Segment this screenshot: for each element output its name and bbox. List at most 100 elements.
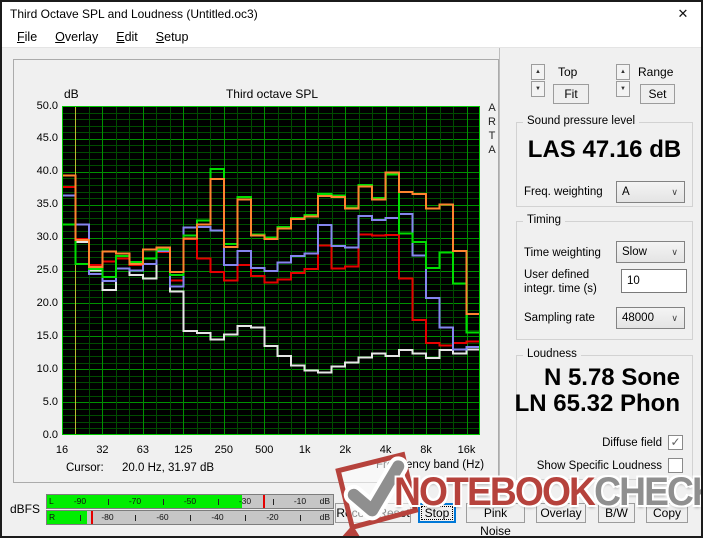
sampling-rate-combo[interactable]: 48000 ∨ <box>616 307 685 329</box>
menu-item-edit[interactable]: Edit <box>107 27 147 47</box>
level-meter-l: L -90 -70 -50 -30 -10 dB <box>46 494 334 509</box>
arta-letter: T <box>488 130 496 142</box>
freq-weighting-combo[interactable]: A ∨ <box>616 181 685 203</box>
meter-channel-label: R <box>49 512 56 522</box>
chevron-down-icon: ∨ <box>671 247 678 257</box>
title-bar: Third Octave SPL and Loudness (Untitled.… <box>2 2 701 26</box>
top-spinner[interactable]: ▲ ▼ <box>531 64 545 97</box>
y-axis-tick-label: 5.0 <box>42 395 58 408</box>
spl-value: LAS 47.16 dB <box>527 136 682 163</box>
set-button[interactable]: Set <box>640 84 675 104</box>
x-axis-tick-label: 32 <box>96 444 109 456</box>
close-icon[interactable]: ✕ <box>673 5 693 23</box>
meter-scale-tick <box>190 515 191 521</box>
y-axis-tick-label: 0.0 <box>42 428 58 441</box>
range-spinner[interactable]: ▲ ▼ <box>616 64 630 97</box>
freq-weighting-label: Freq. weighting <box>524 186 603 198</box>
arta-spl-window: Third Octave SPL and Loudness (Untitled.… <box>0 0 703 538</box>
overlay-button[interactable]: Overlay <box>536 503 586 523</box>
meter-scale-tick <box>135 515 136 521</box>
show-specific-loudness-checkbox[interactable] <box>668 458 683 473</box>
window-title: Third Octave SPL and Loudness (Untitled.… <box>10 7 258 21</box>
meter-scale-label: -80 <box>101 512 114 522</box>
y-axis-tick-label: 45.0 <box>36 132 58 145</box>
meter-channel-label: L <box>49 496 54 506</box>
y-axis-tick-label: 15.0 <box>36 329 58 342</box>
spin-up-icon[interactable]: ▲ <box>616 64 630 80</box>
spin-down-icon[interactable]: ▼ <box>616 81 630 97</box>
time-weighting-combo[interactable]: Slow ∨ <box>616 241 685 263</box>
spl-plot[interactable] <box>62 106 480 435</box>
meter-scale-label: -40 <box>211 512 224 522</box>
fit-button[interactable]: Fit <box>553 84 589 104</box>
y-axis-tick-label: 30.0 <box>36 231 58 244</box>
cursor-readout-value: 20.0 Hz, 31.97 dB <box>122 462 215 474</box>
integr-time-label-line1: User defined <box>524 269 590 281</box>
y-axis-tick-label: 35.0 <box>36 198 58 211</box>
diffuse-field-label: Diffuse field <box>602 437 662 449</box>
freq-weighting-value: A <box>622 186 630 198</box>
series-white <box>62 223 480 374</box>
meter-scale-label: -30 <box>238 496 252 506</box>
stop-button[interactable]: Stop <box>418 503 456 523</box>
meter-scale-label: -90 <box>73 496 87 506</box>
spin-up-icon[interactable]: ▲ <box>531 64 545 80</box>
x-axis-tick-label: 125 <box>174 444 193 456</box>
chevron-down-icon: ∨ <box>671 313 678 323</box>
meter-scale-label: -50 <box>183 496 197 506</box>
level-meter-block: L -90 -70 -50 -30 -10 dB R -80 -60 -40 -20 dB <box>46 494 334 526</box>
meter-scale-tick <box>300 515 301 521</box>
chevron-down-icon: ∨ <box>671 187 678 197</box>
record-reset-button[interactable]: Record/Reset <box>335 503 411 523</box>
sampling-rate-label: Sampling rate <box>524 312 595 324</box>
copy-button[interactable]: Copy <box>646 503 688 523</box>
diffuse-field-checkbox[interactable]: ✓ <box>668 435 683 450</box>
arta-letter: R <box>488 116 496 128</box>
meter-scale-label: -60 <box>156 512 169 522</box>
meter-scale-tick <box>107 499 109 505</box>
x-axis-tick-label: 63 <box>136 444 150 456</box>
time-weighting-label: Time weighting <box>524 247 601 259</box>
panel-divider <box>499 48 500 492</box>
meter-peak-marker <box>91 511 93 524</box>
y-axis-tick-label: 20.0 <box>36 296 58 309</box>
x-axis-title: Frequency band (Hz) <box>376 459 485 471</box>
pink-noise-button[interactable]: Pink Noise <box>466 503 525 536</box>
series-red <box>62 185 480 347</box>
spin-down-icon[interactable]: ▼ <box>531 81 545 97</box>
integr-time-input[interactable]: 10 <box>621 269 687 293</box>
arta-letter: A <box>488 102 496 114</box>
meter-scale-tick <box>80 515 81 521</box>
y-axis-tick-label: 25.0 <box>36 264 58 276</box>
menu-item-file[interactable]: File <box>8 27 46 47</box>
meter-scale-label: -70 <box>128 496 142 506</box>
arta-brand-label: ARTA <box>485 101 499 157</box>
x-axis-tick-label: 16k <box>457 444 476 456</box>
b-w-button[interactable]: B/W <box>598 503 635 523</box>
menu-item-setup[interactable]: Setup <box>147 27 198 47</box>
meter-unit-label: dB <box>319 496 330 506</box>
x-axis-tick-label: 250 <box>214 444 233 456</box>
loudness-group-title: Loudness <box>523 348 581 360</box>
meter-unit-label: dB <box>319 512 330 522</box>
menu-item-overlay[interactable]: Overlay <box>46 27 107 47</box>
meter-peak-marker <box>262 495 265 508</box>
y-axis-tick-label: 50.0 <box>36 99 58 112</box>
meter-scale-tick <box>217 499 219 505</box>
loudness-sone-value: N 5.78 Sone <box>543 364 680 391</box>
x-axis-tick-label: 16 <box>55 444 69 456</box>
meter-scale-label: -20 <box>266 512 279 522</box>
chart-title: Third octave SPL <box>225 87 319 101</box>
x-axis-tick-label: 2k <box>339 444 351 456</box>
y-axis-tick-label: 40.0 <box>36 165 58 178</box>
cursor-readout-label: Cursor: <box>66 462 104 474</box>
top-label: Top <box>558 65 578 79</box>
range-label: Range <box>638 65 674 79</box>
x-axis-tick-label: 500 <box>255 444 274 456</box>
loudness-phon-value: LN 65.32 Phon <box>514 390 680 417</box>
sampling-rate-value: 48000 <box>622 312 654 324</box>
menu-bar: File Overlay Edit Setup <box>2 26 701 48</box>
timing-group-title: Timing <box>523 214 566 226</box>
integr-time-label-line2: integr. time (s) <box>524 283 597 295</box>
dbfs-label: dBFS <box>10 502 41 516</box>
